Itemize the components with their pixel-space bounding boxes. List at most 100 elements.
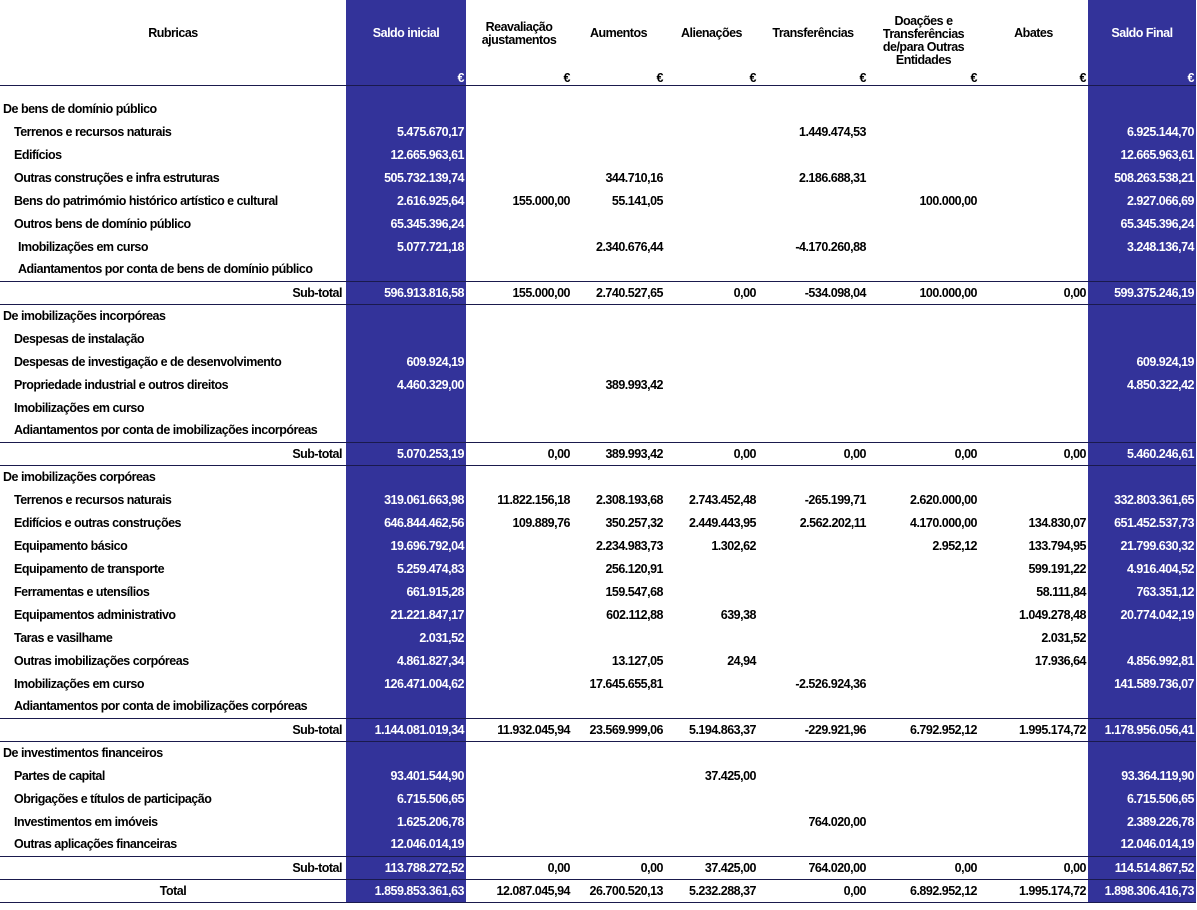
- row-label: Edifícios: [14, 147, 62, 162]
- row-value: [758, 189, 868, 212]
- row-value: [466, 833, 572, 856]
- row-value: [868, 580, 979, 603]
- row-value: 37.425,00: [704, 768, 757, 783]
- row-label: Despesas de instalação: [14, 331, 145, 346]
- row-value: [868, 695, 979, 718]
- table-row: Taras e vasilhame 2.031,52 2.031,52: [0, 626, 1196, 649]
- row-value: [665, 327, 758, 350]
- row-value: [868, 626, 979, 649]
- row-value: 602.112,88: [606, 607, 663, 622]
- row-value: 661.915,28: [346, 580, 466, 603]
- row-value: 2.449.443,95: [689, 515, 757, 530]
- row-value: 1.302,62: [711, 538, 756, 553]
- total-value: 1.859.853.361,63: [346, 878, 466, 903]
- row-value: 133.794,95: [1028, 538, 1086, 553]
- table-row: Outros bens de domínio público 65.345.396…: [0, 212, 1196, 235]
- row-value: 6.715.506,65: [1088, 787, 1196, 810]
- row-value: [572, 120, 665, 143]
- row-value: [758, 626, 868, 649]
- row-value: -265.199,71: [804, 492, 867, 507]
- currency-symbol: €: [466, 67, 572, 86]
- row-value: 505.732.139,74: [346, 166, 466, 189]
- row-value: [466, 764, 572, 787]
- row-value: 764.020,00: [808, 814, 866, 829]
- currency-spacer: [0, 67, 346, 86]
- row-value: [466, 166, 572, 189]
- row-value: [572, 143, 665, 166]
- row-value: [665, 143, 758, 166]
- subtotal-value: 113.788.272,52: [346, 855, 466, 880]
- row-value: [979, 166, 1088, 189]
- subtotal-value: 37.425,00: [665, 855, 758, 880]
- row-label: Edifícios e outras construções: [14, 515, 182, 530]
- subtotal-value: 0,00: [572, 855, 665, 880]
- table-row: Investimentos em imóveis 1.625.206,78 764.…: [0, 810, 1196, 833]
- row-value: [346, 419, 466, 442]
- table-row: Propriedade industrial e outros direitos…: [0, 373, 1196, 396]
- row-value: [665, 235, 758, 258]
- row-value: [466, 235, 572, 258]
- subtotal-value: 5.070.253,19: [346, 441, 466, 466]
- row-value: 93.401.544,90: [346, 764, 466, 787]
- row-value: 5.077.721,18: [346, 235, 466, 258]
- table-row: Edifícios 12.665.963,61 12.665.963,61: [0, 143, 1196, 166]
- row-value: 159.547,68: [605, 584, 663, 599]
- subtotal-value: -229.921,96: [758, 717, 868, 742]
- row-value: [758, 396, 868, 419]
- row-value: [758, 833, 868, 856]
- row-value: 1.049.278,48: [1019, 607, 1087, 622]
- row-value: 12.665.963,61: [1088, 143, 1196, 166]
- row-value: [665, 166, 758, 189]
- subtotal-value: 1.144.081.019,34: [346, 717, 466, 742]
- row-value: [979, 672, 1088, 695]
- subtotal-value: 2.740.527,65: [572, 280, 665, 305]
- row-value: 344.710,16: [605, 170, 663, 185]
- subtotal-value: 0,00: [979, 280, 1088, 305]
- row-value: 19.696.792,04: [346, 534, 466, 557]
- row-value: [1088, 258, 1196, 281]
- subtotal-value: 0,00: [466, 441, 572, 466]
- row-value: [868, 327, 979, 350]
- subtotal-value: -534.098,04: [758, 280, 868, 305]
- table-row: Equipamento de transporte 5.259.474,83 256…: [0, 557, 1196, 580]
- total-value: 1.898.306.416,73: [1088, 878, 1196, 903]
- row-value: [572, 350, 665, 373]
- row-value: [572, 327, 665, 350]
- row-value: 134.830,07: [1028, 515, 1086, 530]
- row-value: 2.186.688,31: [799, 170, 867, 185]
- row-value: 141.589.736,07: [1088, 672, 1196, 695]
- row-value: 4.170.000,00: [910, 515, 978, 530]
- currency-symbol: €: [346, 67, 466, 86]
- table-row: Outras imobilizações corpóreas 4.861.827,…: [0, 649, 1196, 672]
- row-value: [665, 810, 758, 833]
- row-value: [758, 649, 868, 672]
- row-value: 3.248.136,74: [1088, 235, 1196, 258]
- row-value: 17.936,64: [1034, 653, 1087, 668]
- table-row: Imobilizações em curso: [0, 396, 1196, 419]
- row-value: [868, 787, 979, 810]
- subtotal-value: 23.569.999,06: [572, 717, 665, 742]
- row-value: [466, 810, 572, 833]
- row-value: [868, 557, 979, 580]
- row-value: [665, 833, 758, 856]
- row-value: [665, 396, 758, 419]
- row-value: [346, 695, 466, 718]
- row-value: 319.061.663,98: [346, 488, 466, 511]
- row-value: 93.364.119,90: [1088, 764, 1196, 787]
- row-value: 4.861.827,34: [346, 649, 466, 672]
- subtotal-value: 0,00: [665, 280, 758, 305]
- row-value: 350.257,32: [605, 515, 663, 530]
- row-value: [868, 235, 979, 258]
- row-value: [466, 695, 572, 718]
- row-value: 6.715.506,65: [346, 787, 466, 810]
- row-value: 2.927.066,69: [1088, 189, 1196, 212]
- row-value: 5.475.670,17: [346, 120, 466, 143]
- subtotal-value: 100.000,00: [868, 280, 979, 305]
- row-value: [868, 373, 979, 396]
- row-value: [979, 327, 1088, 350]
- table-row: Terrenos e recursos naturais 319.061.663,…: [0, 488, 1196, 511]
- subtotal-row: Sub-total 596.913.816,58 155.000,00 2.740.5…: [0, 280, 1196, 305]
- row-value: 58.111,84: [1036, 584, 1086, 599]
- row-value: [572, 833, 665, 856]
- row-value: 332.803.361,65: [1088, 488, 1196, 511]
